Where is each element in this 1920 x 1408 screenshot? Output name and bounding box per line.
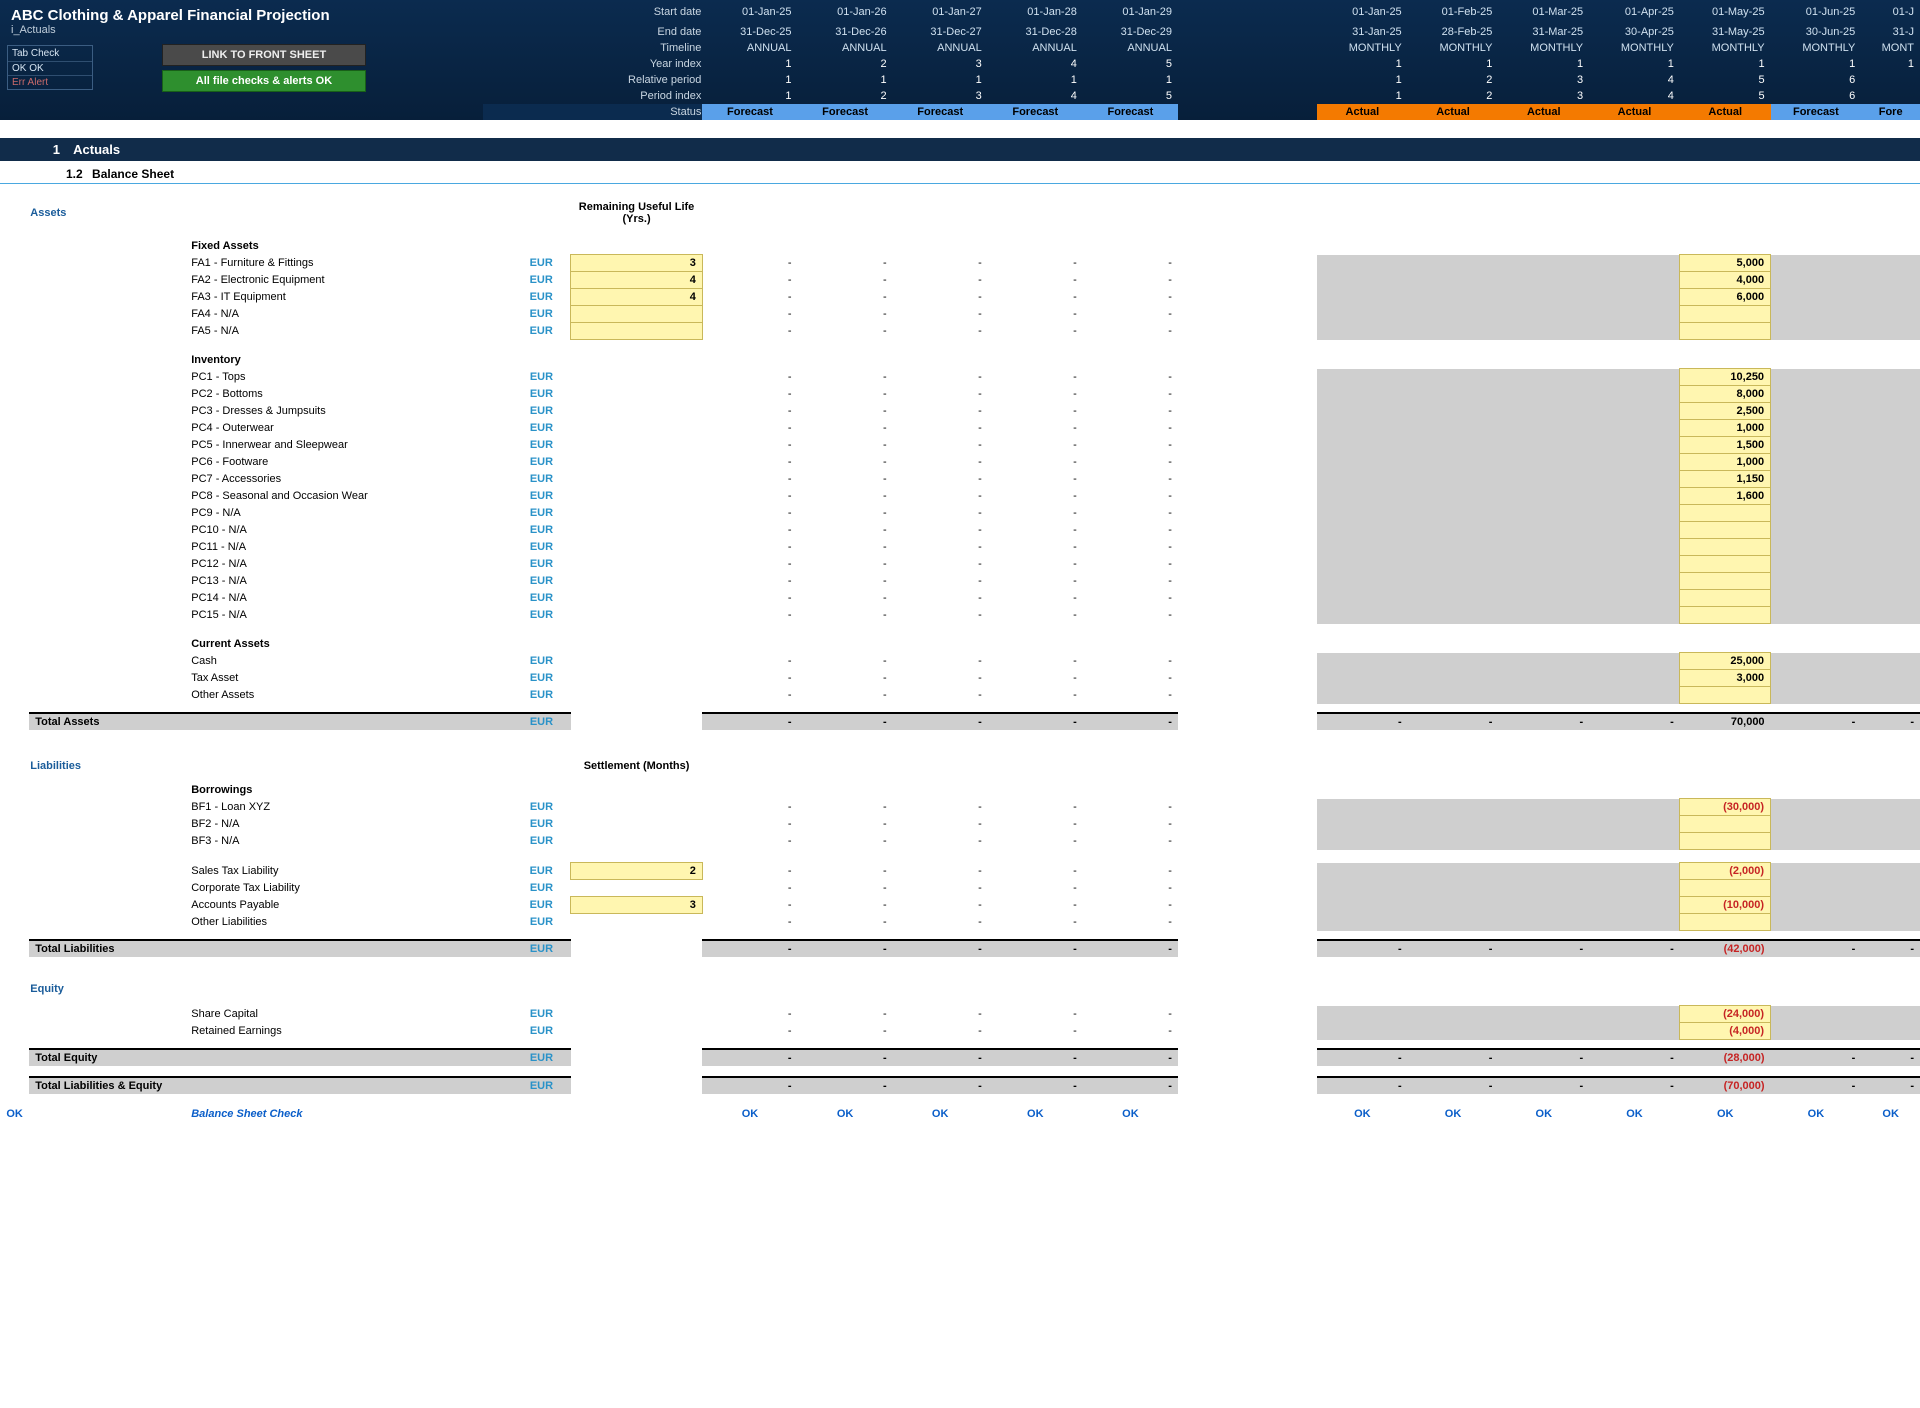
monthly-start-0: 01-Jan-25 [1317,0,1408,24]
subsection-band: 1.2 Balance Sheet [0,161,1920,184]
inv-6: PC7 - Accessories [190,471,512,488]
annual-start-2: 01-Jan-27 [893,0,988,24]
inventory-heading: Inventory [190,352,512,369]
bor-2: BF3 - N/A [190,833,512,850]
borrowings-heading: Borrowings [190,782,512,799]
col-remaining-life: Remaining Useful Life (Yrs.) [571,200,703,226]
fixed-asset-4: FA5 - N/A [190,323,512,340]
assets-heading: Assets [29,200,190,226]
total-liab-eq-label: Total Liabilities & Equity [29,1077,512,1094]
monthly-start-3: 01-Apr-25 [1589,0,1680,24]
status-monthly-0: Actual [1317,104,1408,120]
tab-check-err: Err Alert [8,75,92,89]
fixed-asset-2: FA3 - IT Equipment [190,289,512,306]
tax-1: Corporate Tax Liability [190,880,512,897]
eq-0: Share Capital [190,1006,512,1023]
ca-2: Other Assets [190,687,512,704]
tax-0: Sales Tax Liability [190,863,512,880]
fixed-asset-3: FA4 - N/A [190,306,512,323]
status-annual-0: Forecast [702,104,797,120]
bor-1: BF2 - N/A [190,816,512,833]
link-front-sheet-button[interactable]: LINK TO FRONT SHEET [162,44,366,66]
fixed-asset-0: FA1 - Furniture & Fittings [190,255,512,272]
lbl-yidx: Year index [483,56,703,72]
bor-0: BF1 - Loan XYZ [190,799,512,816]
equity-heading: Equity [29,981,190,997]
ca-0: Cash [190,653,512,670]
subsection-name: Balance Sheet [92,167,174,181]
inv-5: PC6 - Footware [190,454,512,471]
subsection-number: 1.2 [66,167,83,181]
tab-check-title: Tab Check [8,46,92,61]
tax-set-3 [571,914,703,931]
balance-sheet-grid: Assets Remaining Useful Life (Yrs.) Fixed … [0,184,1920,1122]
inv-13: PC14 - N/A [190,590,512,607]
total-equity-label: Total Equity [29,1049,512,1066]
inv-12: PC13 - N/A [190,573,512,590]
inv-1: PC2 - Bottoms [190,386,512,403]
section-band: 1 Actuals [0,138,1920,161]
liabilities-heading: Liabilities [29,758,190,774]
doc-title: ABC Clothing & Apparel Financial Project… [1,1,482,24]
fa-life-3 [571,306,703,323]
inv-11: PC12 - N/A [190,556,512,573]
lbl-timeline: Timeline [483,40,703,56]
section-number: 1 [10,142,60,157]
inv-8: PC9 - N/A [190,505,512,522]
inv-0: PC1 - Tops [190,369,512,386]
inv-2: PC3 - Dresses & Jumpsuits [190,403,512,420]
tab-check-ok: OK OK [8,61,92,75]
inv-10: PC11 - N/A [190,539,512,556]
tax-set-0: 2 [571,863,703,880]
fixed-assets-heading: Fixed Assets [190,238,512,255]
lbl-rel: Relative period [483,72,703,88]
lbl-start: Start date [483,0,703,24]
eq-1: Retained Earnings [190,1023,512,1040]
annual-start-3: 01-Jan-28 [988,0,1083,24]
annual-start-4: 01-Jan-29 [1083,0,1178,24]
fixed-asset-1: FA2 - Electronic Equipment [190,272,512,289]
checks-ok-button[interactable]: All file checks & alerts OK [162,70,366,92]
bs-check-label: Balance Sheet Check [190,1106,512,1122]
annual-start-0: 01-Jan-25 [702,0,797,24]
tax-set-2: 3 [571,897,703,914]
monthly-start-4: 01-May-25 [1680,0,1771,24]
fa-life-4 [571,323,703,340]
tax-3: Other Liabilities [190,914,512,931]
sheet-name: i_Actuals [1,24,482,36]
inv-3: PC4 - Outerwear [190,420,512,437]
inv-7: PC8 - Seasonal and Occasion Wear [190,488,512,505]
tax-set-1 [571,880,703,897]
fa-life-0: 3 [571,255,703,272]
fa-life-2: 4 [571,289,703,306]
lbl-pidx: Period index [483,88,703,104]
lbl-end: End date [483,24,703,40]
current-assets-heading: Current Assets [190,636,512,653]
inv-9: PC10 - N/A [190,522,512,539]
monthly-start-1: 01-Feb-25 [1408,0,1499,24]
tax-2: Accounts Payable [190,897,512,914]
ca-1: Tax Asset [190,670,512,687]
inv-14: PC15 - N/A [190,607,512,624]
tab-check-box: Tab Check OK OK Err Alert [7,45,93,90]
inv-4: PC5 - Innerwear and Sleepwear [190,437,512,454]
fa-life-1: 4 [571,272,703,289]
monthly-start-6: 01-J [1861,0,1920,24]
annual-start-1: 01-Jan-26 [798,0,893,24]
total-assets-label: Total Assets [29,713,512,730]
check-left: OK [0,1106,29,1122]
section-name: Actuals [73,142,120,157]
monthly-start-5: 01-Jun-25 [1771,0,1862,24]
col-settlement: Settlement (Months) [571,758,703,774]
lbl-status: Status [483,104,703,120]
total-liab-label: Total Liabilities [29,940,512,957]
header-block: ABC Clothing & Apparel Financial Project… [0,0,1920,120]
monthly-start-2: 01-Mar-25 [1498,0,1589,24]
